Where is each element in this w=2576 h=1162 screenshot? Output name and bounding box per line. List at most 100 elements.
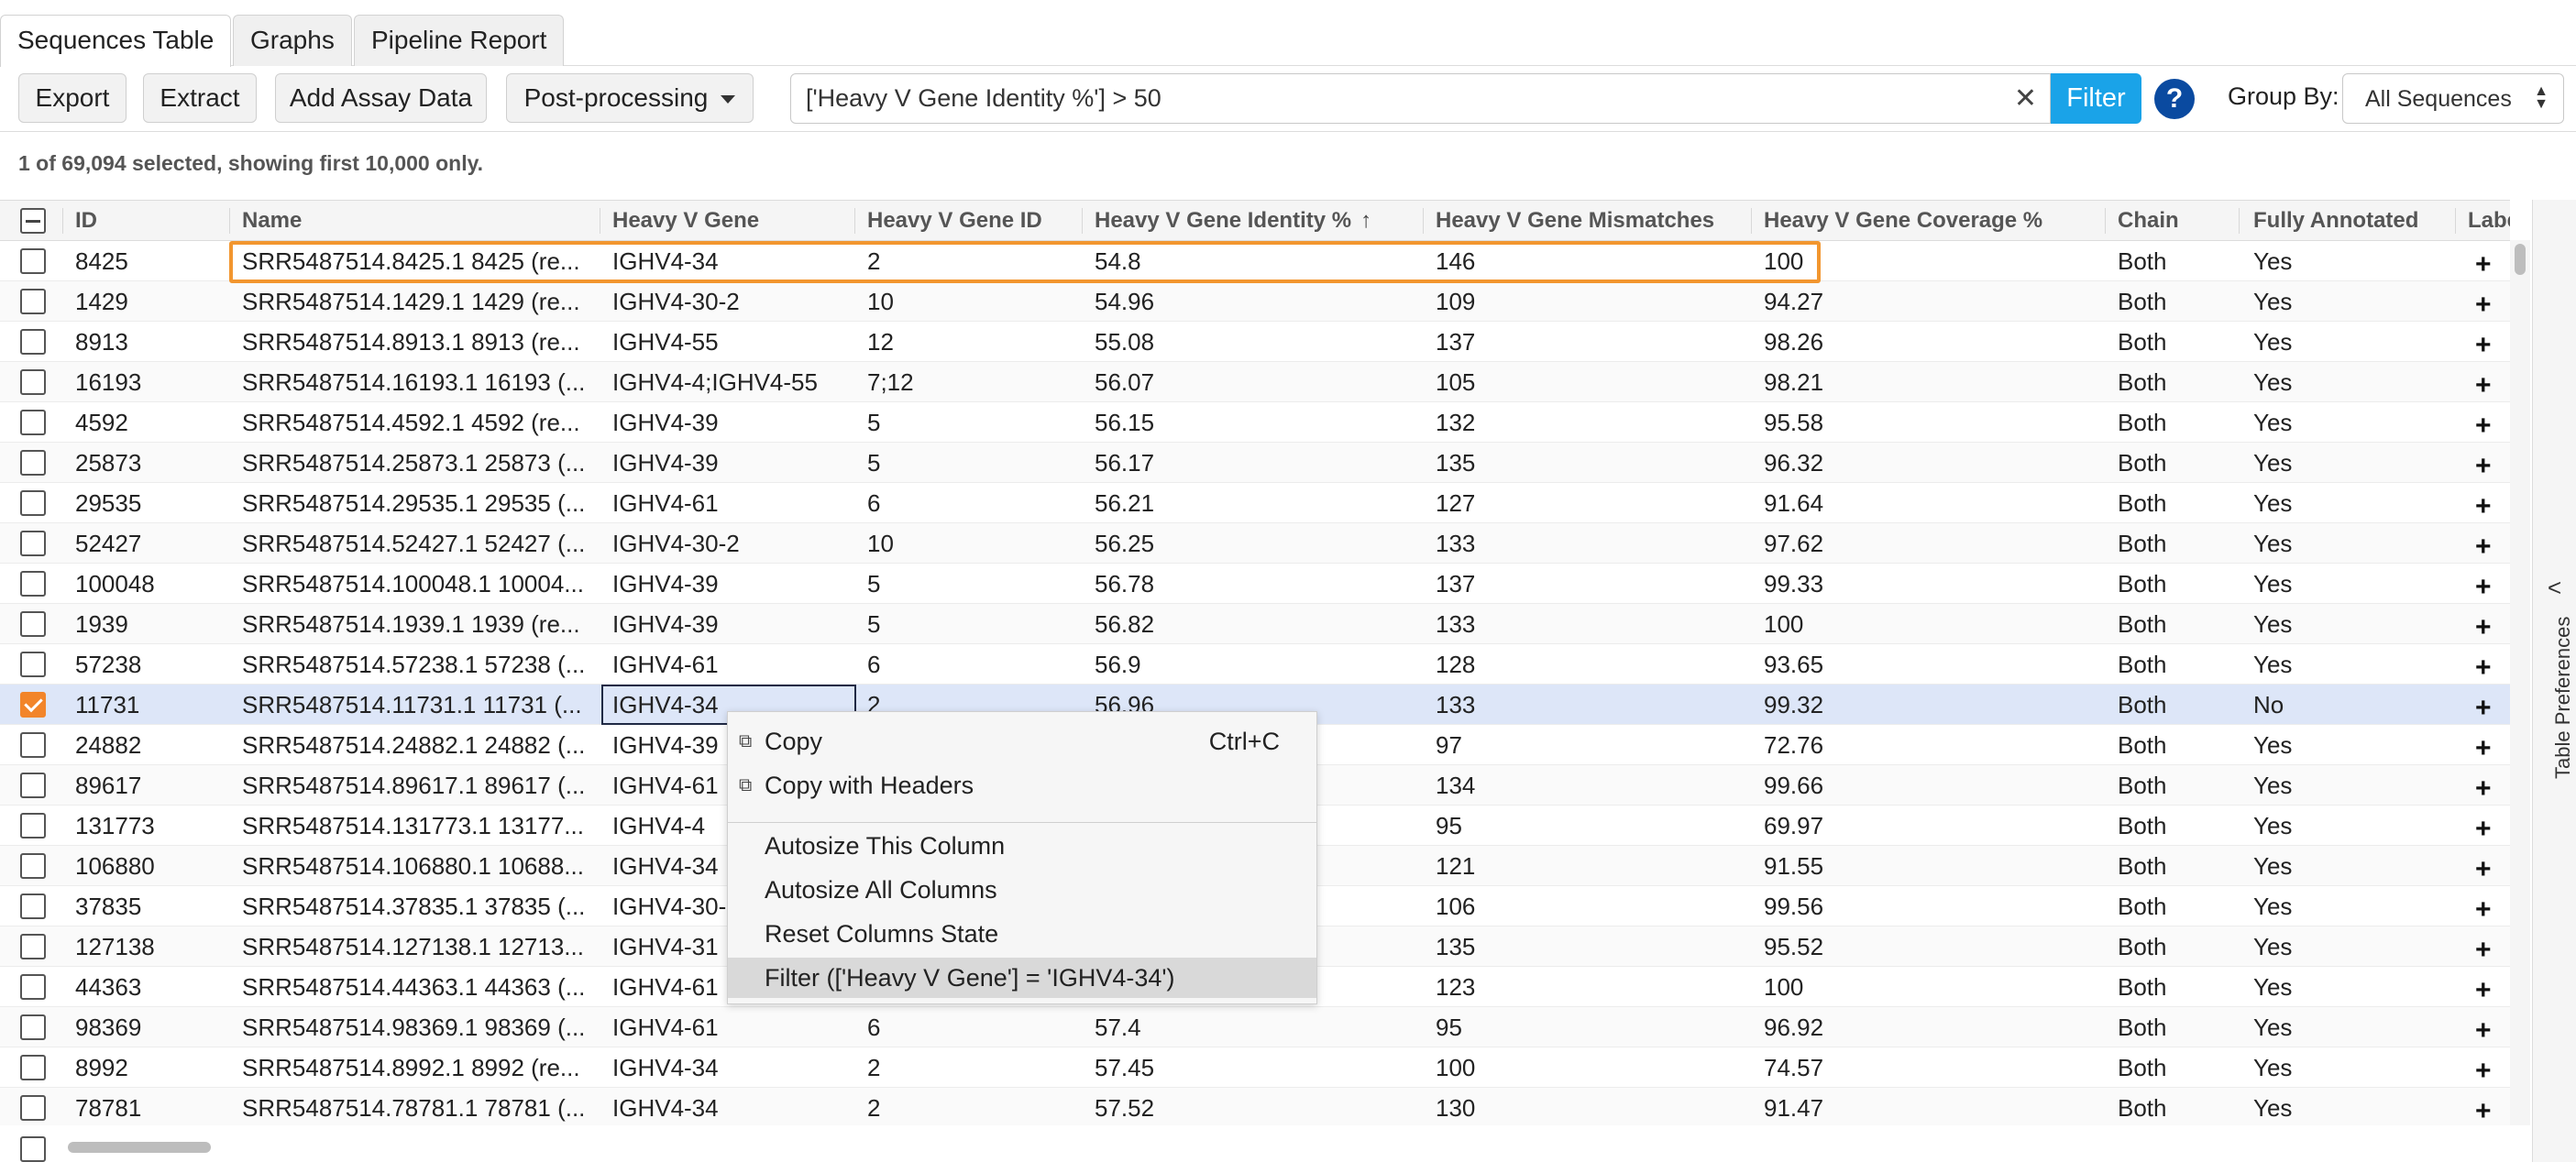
- row-checkbox[interactable]: [20, 934, 46, 959]
- cell-id[interactable]: 16193: [75, 362, 222, 402]
- add-assay-data-button[interactable]: Add Assay Data: [275, 73, 487, 123]
- cell-heavy-v-gene-id[interactable]: 2: [867, 1088, 1078, 1125]
- cell-heavy-v-gene[interactable]: IGHV4-61: [612, 1007, 853, 1047]
- cell-fully-annotated[interactable]: No: [2253, 685, 2446, 725]
- add-label-icon[interactable]: +: [2475, 487, 2492, 527]
- cell-chain[interactable]: Both: [2118, 362, 2237, 402]
- row-checkbox[interactable]: [20, 611, 46, 637]
- cell-heavy-v-gene-id[interactable]: 10: [867, 281, 1078, 322]
- table-row[interactable]: 1429 SRR5487514.1429.1 1429 (re... IGHV4-3…: [0, 281, 2510, 322]
- cell-heavy-v-gene-coverage[interactable]: 96.92: [1764, 1007, 2094, 1047]
- table-row[interactable]: 57238 SRR5487514.57238.1 57238 (... IGHV4-…: [0, 644, 2510, 685]
- add-label-icon[interactable]: +: [2475, 970, 2492, 1011]
- cell-heavy-v-gene[interactable]: IGHV4-55: [612, 322, 853, 362]
- tab-pipeline-report[interactable]: Pipeline Report: [354, 15, 565, 66]
- horizontal-scrollbar-thumb[interactable]: [68, 1142, 211, 1153]
- cell-chain[interactable]: Both: [2118, 402, 2237, 443]
- cell-chain[interactable]: Both: [2118, 604, 2237, 644]
- add-label-icon[interactable]: +: [2475, 608, 2492, 648]
- cell-name[interactable]: SRR5487514.11731.1 11731 (...: [242, 685, 594, 725]
- cell-id[interactable]: 127138: [75, 926, 222, 967]
- cell-heavy-v-gene-coverage[interactable]: 91.64: [1764, 483, 2094, 523]
- cell-id[interactable]: 37835: [75, 886, 222, 926]
- cell-id[interactable]: 29535: [75, 483, 222, 523]
- cell-heavy-v-gene[interactable]: IGHV4-39: [612, 564, 853, 604]
- cell-chain[interactable]: Both: [2118, 644, 2237, 685]
- add-label-icon[interactable]: +: [2475, 366, 2492, 406]
- table-row[interactable]: 4592 SRR5487514.4592.1 4592 (re... IGHV4-3…: [0, 402, 2510, 443]
- menu-item-autosize-this-column[interactable]: Autosize This Column: [728, 826, 1316, 866]
- cell-name[interactable]: SRR5487514.98369.1 98369 (...: [242, 1007, 594, 1047]
- cell-heavy-v-gene-coverage[interactable]: 72.76: [1764, 725, 2094, 765]
- add-label-icon[interactable]: +: [2475, 527, 2492, 567]
- cell-heavy-v-gene-mismatches[interactable]: 100: [1436, 1047, 1747, 1088]
- cell-heavy-v-gene-coverage[interactable]: 100: [1764, 604, 2094, 644]
- table-preferences-panel[interactable]: < Table Preferences: [2532, 200, 2576, 1162]
- cell-name[interactable]: SRR5487514.52427.1 52427 (...: [242, 523, 594, 564]
- table-row[interactable]: 8992 SRR5487514.8992.1 8992 (re... IGHV4-3…: [0, 1047, 2510, 1088]
- cell-name[interactable]: SRR5487514.106880.1 10688...: [242, 846, 594, 886]
- horizontal-scrollbar[interactable]: [0, 1129, 2510, 1162]
- row-checkbox[interactable]: [20, 1055, 46, 1080]
- table-row[interactable]: 1939 SRR5487514.1939.1 1939 (re... IGHV4-3…: [0, 604, 2510, 644]
- extract-button[interactable]: Extract: [143, 73, 257, 123]
- cell-id[interactable]: 8425: [75, 241, 222, 281]
- row-checkbox[interactable]: [20, 410, 46, 435]
- row-checkbox[interactable]: [20, 893, 46, 919]
- cell-heavy-v-gene-id[interactable]: 2: [867, 1047, 1078, 1088]
- cell-chain[interactable]: Both: [2118, 564, 2237, 604]
- cell-heavy-v-gene-coverage[interactable]: 99.56: [1764, 886, 2094, 926]
- cell-fully-annotated[interactable]: Yes: [2253, 564, 2446, 604]
- cell-heavy-v-gene-coverage[interactable]: 93.65: [1764, 644, 2094, 685]
- row-checkbox[interactable]: [20, 248, 46, 274]
- cell-heavy-v-gene-mismatches[interactable]: 128: [1436, 644, 1747, 685]
- cell-name[interactable]: SRR5487514.29535.1 29535 (...: [242, 483, 594, 523]
- column-header-heavy-v-gene-coverage[interactable]: Heavy V Gene Coverage %: [1764, 201, 2094, 241]
- cell-heavy-v-gene-identity[interactable]: 54.96: [1095, 281, 1421, 322]
- cell-heavy-v-gene-mismatches[interactable]: 97: [1436, 725, 1747, 765]
- cell-heavy-v-gene-id[interactable]: 6: [867, 644, 1078, 685]
- cell-name[interactable]: SRR5487514.16193.1 16193 (...: [242, 362, 594, 402]
- cell-heavy-v-gene-mismatches[interactable]: 105: [1436, 362, 1747, 402]
- menu-item-filter-by-value[interactable]: Filter (['Heavy V Gene'] = 'IGHV4-34'): [728, 958, 1316, 998]
- cell-fully-annotated[interactable]: Yes: [2253, 483, 2446, 523]
- cell-chain[interactable]: Both: [2118, 241, 2237, 281]
- row-checkbox[interactable]: [20, 652, 46, 677]
- cell-heavy-v-gene-coverage[interactable]: 99.33: [1764, 564, 2094, 604]
- cell-heavy-v-gene-coverage[interactable]: 95.58: [1764, 402, 2094, 443]
- add-label-icon[interactable]: +: [2475, 809, 2492, 850]
- cell-id[interactable]: 4592: [75, 402, 222, 443]
- table-row[interactable]: 98369 SRR5487514.98369.1 98369 (... IGHV4-…: [0, 1007, 2510, 1047]
- cell-heavy-v-gene-id[interactable]: 5: [867, 402, 1078, 443]
- add-label-icon[interactable]: +: [2475, 890, 2492, 930]
- table-row[interactable]: 25873 SRR5487514.25873.1 25873 (... IGHV4-…: [0, 443, 2510, 483]
- column-header-id[interactable]: ID: [75, 201, 222, 241]
- cell-heavy-v-gene-mismatches[interactable]: 134: [1436, 765, 1747, 806]
- row-checkbox[interactable]: [20, 289, 46, 314]
- row-checkbox[interactable]: [20, 732, 46, 758]
- cell-id[interactable]: 11731: [75, 685, 222, 725]
- table-row[interactable]: 29535 SRR5487514.29535.1 29535 (... IGHV4-…: [0, 483, 2510, 523]
- cell-name[interactable]: SRR5487514.24882.1 24882 (...: [242, 725, 594, 765]
- cell-heavy-v-gene-coverage[interactable]: 99.32: [1764, 685, 2094, 725]
- cell-heavy-v-gene-mismatches[interactable]: 95: [1436, 806, 1747, 846]
- cell-heavy-v-gene[interactable]: IGHV4-4;IGHV4-55: [612, 362, 853, 402]
- add-label-icon[interactable]: +: [2475, 688, 2492, 729]
- cell-heavy-v-gene-id[interactable]: 12: [867, 322, 1078, 362]
- cell-heavy-v-gene-identity[interactable]: 56.9: [1095, 644, 1421, 685]
- cell-fully-annotated[interactable]: Yes: [2253, 604, 2446, 644]
- row-checkbox[interactable]: [20, 329, 46, 355]
- menu-item-reset-columns-state[interactable]: Reset Columns State: [728, 914, 1316, 954]
- cell-id[interactable]: 89617: [75, 765, 222, 806]
- cell-fully-annotated[interactable]: Yes: [2253, 402, 2446, 443]
- cell-heavy-v-gene-coverage[interactable]: 100: [1764, 967, 2094, 1007]
- cell-heavy-v-gene-coverage[interactable]: 94.27: [1764, 281, 2094, 322]
- help-icon[interactable]: ?: [2154, 79, 2195, 119]
- row-checkbox[interactable]: [20, 773, 46, 798]
- tab-sequences-table[interactable]: Sequences Table: [0, 15, 232, 67]
- cell-heavy-v-gene[interactable]: IGHV4-39: [612, 604, 853, 644]
- cell-heavy-v-gene-mismatches[interactable]: 95: [1436, 1007, 1747, 1047]
- cell-heavy-v-gene-mismatches[interactable]: 106: [1436, 886, 1747, 926]
- cell-heavy-v-gene-identity[interactable]: 56.82: [1095, 604, 1421, 644]
- cell-id[interactable]: 52427: [75, 523, 222, 564]
